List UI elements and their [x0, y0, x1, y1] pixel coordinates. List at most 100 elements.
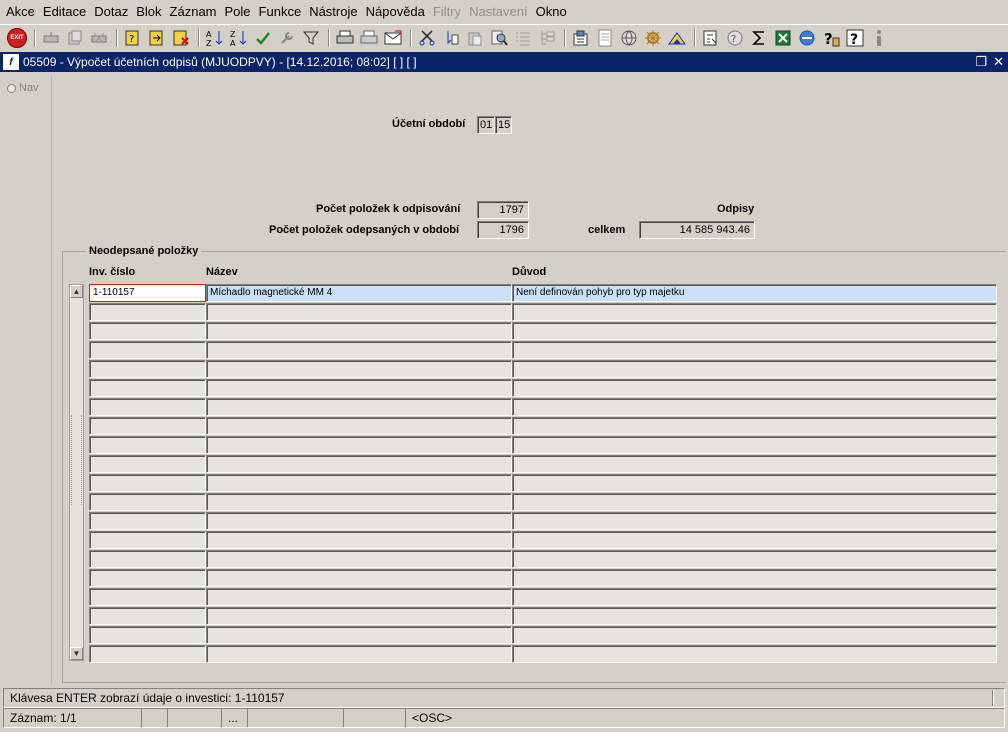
reason-cell[interactable]: [512, 626, 997, 644]
name-cell[interactable]: [206, 607, 512, 625]
total-depreciation-field[interactable]: 14 585 943.46: [639, 221, 755, 239]
inv-number-cell[interactable]: [89, 455, 206, 473]
inv-number-cell[interactable]: 1-110157: [89, 284, 206, 302]
menu-item-3[interactable]: Blok: [132, 0, 165, 24]
name-cell[interactable]: [206, 569, 512, 587]
scroll-up-button[interactable]: ▲: [70, 285, 83, 298]
name-cell[interactable]: [206, 379, 512, 397]
reason-cell[interactable]: [512, 436, 997, 454]
chart-button[interactable]: [666, 27, 688, 49]
menu-item-10[interactable]: Nastavení: [465, 0, 532, 24]
wheel-button[interactable]: [642, 27, 664, 49]
inv-number-cell[interactable]: [89, 379, 206, 397]
menu-item-11[interactable]: Okno: [532, 0, 571, 24]
reason-cell[interactable]: Není definován pohyb pro typ majetku: [512, 284, 997, 302]
reason-cell[interactable]: [512, 455, 997, 473]
menu-item-1[interactable]: Editace: [39, 0, 90, 24]
name-cell[interactable]: [206, 398, 512, 416]
copy-button[interactable]: [440, 27, 462, 49]
context-help-button[interactable]: ?: [844, 27, 866, 49]
inv-number-cell[interactable]: [89, 398, 206, 416]
inv-number-cell[interactable]: [89, 645, 206, 663]
hint-button[interactable]: ?: [820, 27, 842, 49]
grid-scrollbar[interactable]: ▲ ▼: [69, 284, 84, 661]
exit-button[interactable]: EXIT: [6, 27, 28, 49]
reason-cell[interactable]: [512, 569, 997, 587]
cut-button[interactable]: [416, 27, 438, 49]
name-cell[interactable]: [206, 322, 512, 340]
filter-button[interactable]: [300, 27, 322, 49]
browser-button[interactable]: [796, 27, 818, 49]
menu-item-4[interactable]: Záznam: [166, 0, 221, 24]
reason-cell[interactable]: [512, 531, 997, 549]
document-button[interactable]: [594, 27, 616, 49]
reason-cell[interactable]: [512, 645, 997, 663]
name-cell[interactable]: [206, 588, 512, 606]
print-button[interactable]: [334, 27, 356, 49]
inv-number-cell[interactable]: [89, 322, 206, 340]
reason-cell[interactable]: [512, 341, 997, 359]
calculator-button[interactable]: [700, 27, 722, 49]
inv-number-cell[interactable]: [89, 436, 206, 454]
name-cell[interactable]: [206, 417, 512, 435]
sort-desc-button[interactable]: ZA: [228, 27, 250, 49]
menu-item-5[interactable]: Pole: [221, 0, 255, 24]
find-button[interactable]: [488, 27, 510, 49]
tools-button[interactable]: [276, 27, 298, 49]
name-cell[interactable]: [206, 341, 512, 359]
insert-record-button[interactable]: [40, 27, 62, 49]
name-cell[interactable]: [206, 645, 512, 663]
close-window-button[interactable]: ✕: [993, 54, 1004, 70]
menu-item-9[interactable]: Filtry: [429, 0, 465, 24]
items-to-depreciate-field[interactable]: 1797: [477, 201, 529, 219]
inv-number-cell[interactable]: [89, 417, 206, 435]
delete-record-button[interactable]: [88, 27, 110, 49]
inv-number-cell[interactable]: [89, 341, 206, 359]
paste-button[interactable]: [464, 27, 486, 49]
name-cell[interactable]: Míchadlo magnetické MM 4: [206, 284, 512, 302]
menu-item-0[interactable]: Akce: [2, 0, 39, 24]
reason-cell[interactable]: [512, 360, 997, 378]
name-cell[interactable]: [206, 550, 512, 568]
name-cell[interactable]: [206, 493, 512, 511]
menu-item-8[interactable]: Nápověda: [362, 0, 429, 24]
inv-number-cell[interactable]: [89, 626, 206, 644]
scroll-down-button[interactable]: ▼: [70, 647, 83, 660]
globe-button[interactable]: [618, 27, 640, 49]
menu-item-6[interactable]: Funkce: [255, 0, 306, 24]
reason-cell[interactable]: [512, 512, 997, 530]
excel-button[interactable]: [772, 27, 794, 49]
info-button[interactable]: [868, 27, 890, 49]
print-setup-button[interactable]: [358, 27, 380, 49]
inv-number-cell[interactable]: [89, 588, 206, 606]
reason-cell[interactable]: [512, 417, 997, 435]
name-cell[interactable]: [206, 303, 512, 321]
reason-cell[interactable]: [512, 303, 997, 321]
name-cell[interactable]: [206, 531, 512, 549]
cancel-query-button[interactable]: [170, 27, 192, 49]
reason-cell[interactable]: [512, 607, 997, 625]
commit-button[interactable]: [252, 27, 274, 49]
menu-item-7[interactable]: Nástroje: [305, 0, 361, 24]
inv-number-cell[interactable]: [89, 531, 206, 549]
inv-number-cell[interactable]: [89, 493, 206, 511]
reason-cell[interactable]: [512, 550, 997, 568]
reason-cell[interactable]: [512, 588, 997, 606]
execute-query-button[interactable]: [146, 27, 168, 49]
enter-query-button[interactable]: ?: [122, 27, 144, 49]
name-cell[interactable]: [206, 626, 512, 644]
name-cell[interactable]: [206, 455, 512, 473]
inv-number-cell[interactable]: [89, 550, 206, 568]
scroll-thumb[interactable]: [71, 415, 82, 505]
attach-button[interactable]: [570, 27, 592, 49]
reason-cell[interactable]: [512, 322, 997, 340]
sum-button[interactable]: [748, 27, 770, 49]
items-depreciated-field[interactable]: 1796: [477, 221, 529, 239]
inv-number-cell[interactable]: [89, 303, 206, 321]
inv-number-cell[interactable]: [89, 474, 206, 492]
name-cell[interactable]: [206, 360, 512, 378]
help-button[interactable]: ?: [724, 27, 746, 49]
name-cell[interactable]: [206, 474, 512, 492]
inv-number-cell[interactable]: [89, 360, 206, 378]
sort-asc-button[interactable]: AZ: [204, 27, 226, 49]
